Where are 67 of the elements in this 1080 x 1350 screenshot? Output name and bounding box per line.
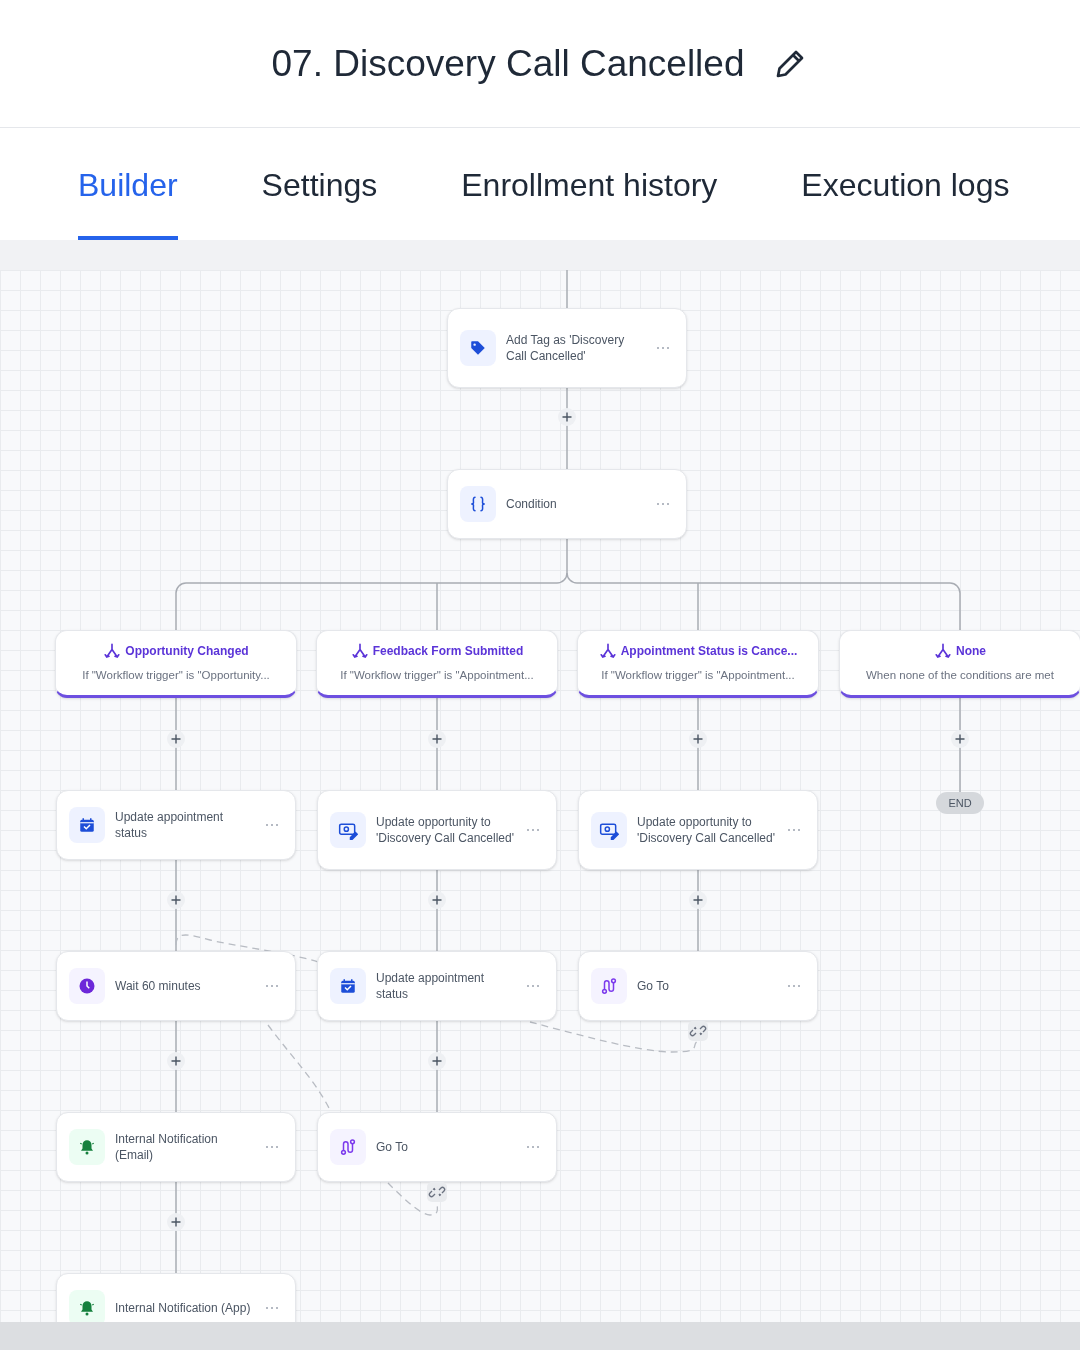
end-badge: END (936, 792, 984, 814)
clock-icon (78, 977, 96, 995)
action-node[interactable]: Update opportunity to 'Discovery Call Cancelled' (317, 790, 557, 870)
branch-condition: If "Workflow trigger" is "Opportunity... (82, 667, 270, 683)
branch-icon (598, 641, 617, 660)
step-label: Update opportunity to 'Discovery Call Cancelled' (376, 814, 515, 846)
action-node[interactable]: Internal Notification (Email) (56, 1112, 296, 1182)
action-node[interactable]: Update appointment status (56, 790, 296, 860)
tab[interactable]: Enrollment history (461, 128, 718, 240)
tab[interactable]: Settings (261, 128, 378, 240)
branch-condition: When none of the conditions are met (866, 667, 1054, 683)
step-label: Internal Notification (Email) (115, 1131, 219, 1163)
step-label: Go To (637, 978, 670, 994)
add-step-icon[interactable] (558, 408, 576, 426)
money-edit-icon (599, 820, 619, 840)
branch-title: Appointment Status is Cance... (620, 642, 798, 660)
step-label: Wait 60 minutes (115, 978, 202, 994)
action-node[interactable]: Internal Notification (App) (56, 1273, 296, 1322)
calendar-check-icon (78, 816, 96, 834)
branch-condition: If "Workflow trigger" is "Appointment... (340, 667, 534, 683)
add-step-icon[interactable] (689, 730, 707, 748)
action-node[interactable]: Update opportunity to 'Discovery Call Cancelled' (578, 790, 818, 870)
step-label: Internal Notification (App) (115, 1300, 252, 1316)
tab[interactable]: Execution logs (801, 128, 1010, 240)
add-step-icon[interactable] (428, 730, 446, 748)
branch-node[interactable]: Opportunity Changed If "Workflow trigger" is "Opportunity... (55, 630, 297, 698)
add-step-icon[interactable] (951, 730, 969, 748)
workflow-title: 07. Discovery Call Cancelled (271, 41, 745, 86)
add-step-icon[interactable] (167, 1213, 185, 1231)
add-step-icon[interactable] (428, 1052, 446, 1070)
step-label: Go To (376, 1139, 409, 1155)
branch-condition: If "Workflow trigger" is "Appointment... (601, 667, 795, 683)
branch-icon (103, 641, 122, 660)
branch-icon (934, 641, 952, 660)
branch-title: None (956, 642, 986, 660)
route-icon (600, 977, 618, 995)
braces-icon (469, 495, 487, 513)
branch-node[interactable]: Feedback Form Submitted If "Workflow trigger" is "Appointment... (316, 630, 558, 698)
action-node[interactable]: Condition (447, 469, 687, 539)
action-node[interactable]: Update appointment status (317, 951, 557, 1021)
add-step-icon[interactable] (428, 891, 446, 909)
add-step-icon[interactable] (167, 1052, 185, 1070)
step-label: Update opportunity to 'Discovery Call Cancelled' (637, 814, 776, 846)
action-node[interactable]: Add Tag as 'Discovery Call Cancelled' (447, 308, 687, 388)
money-edit-icon (338, 820, 358, 840)
bell-icon (78, 1299, 96, 1317)
tag-icon (469, 339, 487, 357)
add-step-icon[interactable] (167, 891, 185, 909)
action-node[interactable]: Wait 60 minutes (56, 951, 296, 1021)
bell-icon (78, 1138, 96, 1156)
step-label: Add Tag as 'Discovery Call Cancelled' (506, 332, 626, 364)
branch-title: Opportunity Changed (125, 642, 249, 660)
route-icon (339, 1138, 357, 1156)
broken-link-icon[interactable] (688, 1021, 708, 1041)
step-label: Condition (506, 496, 558, 512)
branch-node[interactable]: None When none of the conditions are met (839, 630, 1080, 698)
action-node[interactable]: Go To (578, 951, 818, 1021)
step-label: Update appointment status (376, 970, 486, 1002)
calendar-check-icon (339, 977, 357, 995)
action-node[interactable]: Go To (317, 1112, 557, 1182)
add-step-icon[interactable] (689, 891, 707, 909)
add-step-icon[interactable] (167, 730, 185, 748)
step-label: Update appointment status (115, 809, 225, 841)
branch-icon (350, 641, 369, 660)
branch-title: Feedback Form Submitted (372, 642, 524, 660)
broken-link-icon[interactable] (427, 1182, 447, 1202)
branch-node[interactable]: Appointment Status is Cance... If "Workflow trigger" is "Appointment... (577, 630, 819, 698)
